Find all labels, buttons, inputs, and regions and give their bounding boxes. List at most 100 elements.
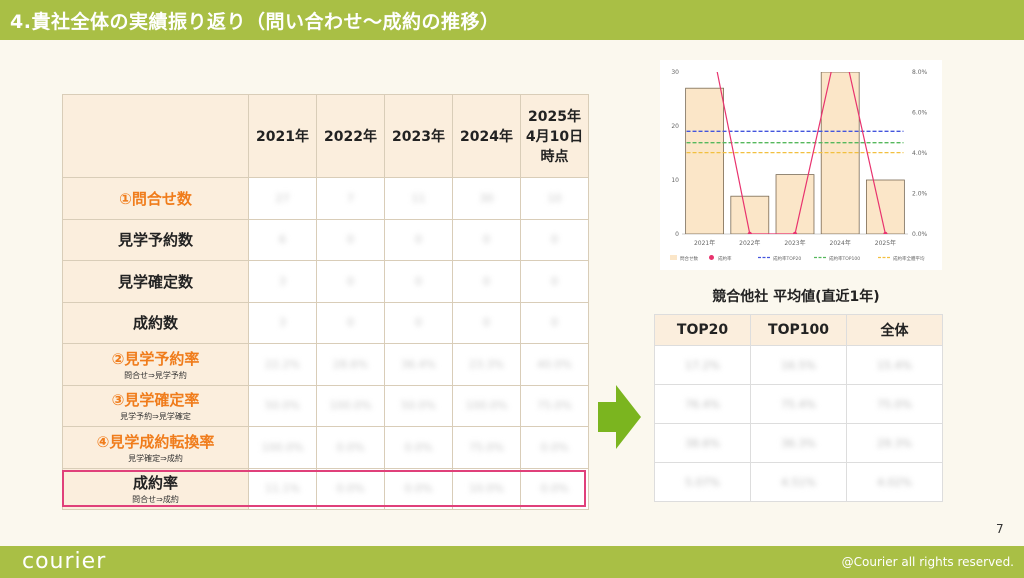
corner-cell: [62, 94, 249, 178]
legend-swatch: [709, 255, 714, 260]
row-label: 見学予約数: [117, 231, 193, 250]
comparison-cell: 29.3%: [846, 423, 943, 463]
comparison-cell: 16.5%: [750, 345, 847, 385]
cell-value: 0: [415, 274, 422, 288]
legend-label: 成約率TOP100: [829, 255, 860, 262]
cell-value: 100.0%: [261, 440, 304, 454]
bar: [775, 174, 815, 234]
value-cell: 0.0%: [316, 426, 385, 469]
contract-rate-highlight: [62, 470, 586, 507]
left-tick-label: 30: [671, 69, 679, 76]
comparison-header: TOP20: [654, 314, 751, 346]
year-header: 2022年: [316, 94, 385, 178]
right-arrow-icon: [598, 385, 641, 449]
left-tick-label: 0: [675, 231, 679, 238]
right-tick-label: 6.0%: [912, 110, 928, 117]
row-sublabel: 問合せ⇒見学予約: [124, 370, 187, 380]
value-cell: 0: [452, 218, 521, 261]
comparison-cell: 75.0%: [846, 384, 943, 424]
value-cell: 10: [520, 177, 589, 220]
comparison-cell: 75.4%: [750, 384, 847, 424]
comparison-row: 38.6% 36.3% 29.3%: [654, 423, 943, 463]
copyright-text: @Courier all rights reserved.: [841, 555, 1014, 569]
table-row: 成約数 3 0 0 0 0: [62, 301, 589, 344]
value-cell: 22.2%: [248, 343, 317, 386]
cell-value: 23.3%: [469, 357, 504, 371]
comparison-header: TOP100: [750, 314, 847, 346]
value-cell: 23.3%: [452, 343, 521, 386]
value-cell: 75.0%: [452, 426, 521, 469]
competitor-table: TOP20 TOP100 全体 17.2% 16.5% 15.4% 76.4% 75.4% 75…: [654, 314, 943, 502]
cell-value: 36.4%: [401, 357, 436, 371]
cell-value: 0: [551, 274, 558, 288]
comparison-cell: 4.02%: [846, 462, 943, 502]
comparison-row: 17.2% 16.5% 15.4%: [654, 345, 943, 385]
legend-label: 問合せ数: [680, 255, 698, 262]
cell-value: 30: [479, 191, 494, 205]
comparison-cell: 15.4%: [846, 345, 943, 385]
table-row: ①問合せ数 27 7 11 30 10: [62, 177, 589, 220]
legend-label: 成約率: [718, 255, 732, 262]
row-label: ④見学成約転換率: [96, 432, 215, 451]
cell-value: 10: [547, 191, 562, 205]
comparison-cell: 4.51%: [750, 462, 847, 502]
cell-value: 28.6%: [333, 357, 368, 371]
table-row: ②見学予約率 問合せ⇒見学予約 22.2% 28.6% 36.4% 23.3% 40.0%: [62, 343, 589, 386]
page-title: 4.貴社全体の実績振り返り（問い合わせ〜成約の推移）: [10, 11, 500, 33]
value-cell: 0: [316, 260, 385, 303]
row-label: 見学確定数: [117, 272, 193, 291]
cell-value: 3: [279, 316, 286, 330]
x-tick-label: 2023年: [784, 239, 805, 247]
value-cell: 0: [520, 301, 589, 344]
footer: courier @Courier all rights reserved.: [0, 546, 1024, 578]
cell-value: 0: [483, 233, 490, 247]
bar: [685, 87, 724, 234]
x-tick-label: 2021年: [694, 239, 715, 247]
value-cell: 100.0%: [452, 384, 521, 427]
comparison-value: 29.3%: [877, 436, 912, 450]
value-cell: 0: [384, 260, 453, 303]
value-cell: 36.4%: [384, 343, 453, 386]
value-cell: 0: [316, 218, 385, 261]
value-cell: 0: [452, 301, 521, 344]
comparison-header: 全体: [846, 314, 943, 346]
cell-value: 0: [347, 233, 354, 247]
cell-value: 0: [551, 316, 558, 330]
row-label-cell: 見学予約数: [62, 218, 249, 261]
cell-value: 0: [347, 316, 354, 330]
value-cell: 0: [316, 301, 385, 344]
competitor-title: 競合他社 平均値(直近1年): [712, 289, 880, 305]
legend-swatch: [670, 255, 677, 260]
year-header: 2025年 4月10日 時点: [520, 94, 589, 178]
comparison-value: 38.6%: [685, 436, 720, 450]
row-label-cell: 見学確定数: [62, 260, 249, 303]
cell-value: 27: [275, 191, 290, 205]
value-cell: 3: [248, 301, 317, 344]
comparison-value: 17.2%: [685, 358, 720, 372]
cell-value: 0: [347, 274, 354, 288]
legend-label: 成約率全體平均: [893, 255, 925, 262]
row-label: 成約数: [132, 314, 178, 333]
right-tick-label: 8.0%: [912, 69, 928, 76]
value-cell: 0: [520, 260, 589, 303]
comparison-value: 75.0%: [877, 397, 912, 411]
left-tick-label: 10: [671, 177, 679, 184]
comparison-value: 5.07%: [685, 475, 720, 489]
cell-value: 50.0%: [265, 399, 300, 413]
cell-value: 3: [279, 274, 286, 288]
table-row: 見学予約数 6 0 0 0 0: [62, 218, 589, 261]
value-cell: 50.0%: [248, 384, 317, 427]
value-cell: 27: [248, 177, 317, 220]
value-cell: 75.0%: [520, 384, 589, 427]
value-cell: 100.0%: [248, 426, 317, 469]
row-label-cell: ④見学成約転換率見学確定⇒成約: [62, 426, 249, 469]
row-sublabel: 見学確定⇒成約: [128, 453, 183, 463]
comparison-cell: 36.3%: [750, 423, 847, 463]
comparison-value: 16.5%: [781, 358, 816, 372]
row-label: ①問合せ数: [119, 189, 192, 208]
value-cell: 0.0%: [520, 426, 589, 469]
cell-value: 0: [415, 233, 422, 247]
cell-value: 7: [347, 191, 354, 205]
value-cell: 0: [520, 218, 589, 261]
year-header: 2023年: [384, 94, 453, 178]
